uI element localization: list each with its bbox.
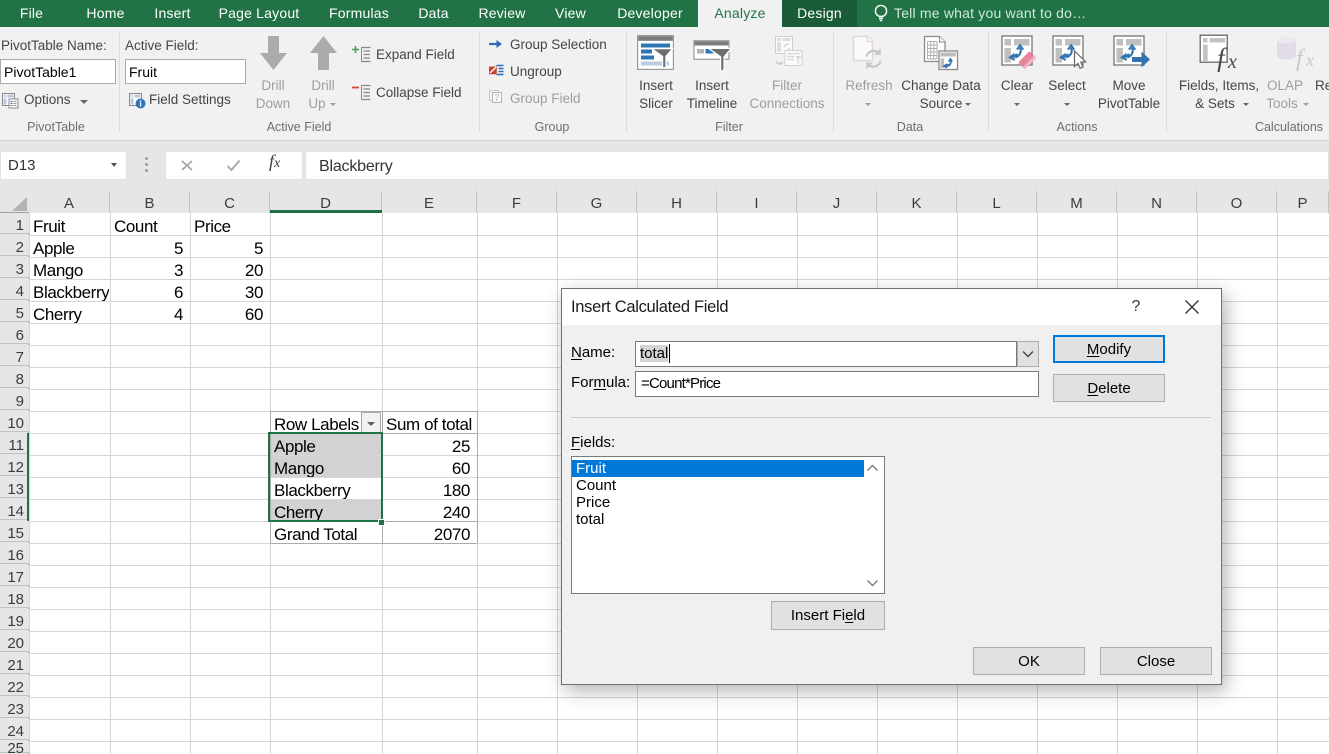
svg-text:x: x [1227, 51, 1237, 72]
svg-text:f: f [1296, 46, 1306, 71]
svg-text:7: 7 [494, 93, 499, 103]
svg-text:x: x [1305, 50, 1314, 70]
